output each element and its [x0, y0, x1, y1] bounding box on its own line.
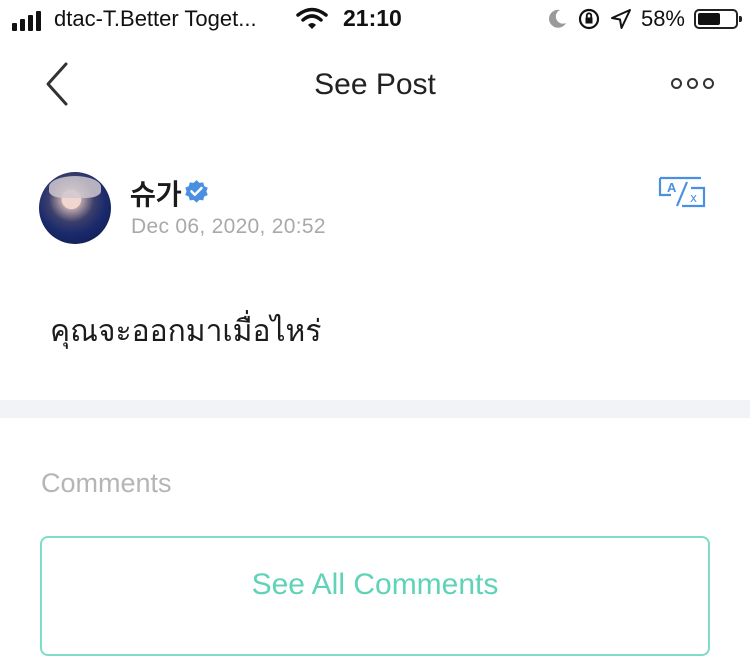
battery-icon [694, 9, 742, 29]
author-name[interactable]: 슈가 [130, 173, 182, 213]
location-icon [610, 9, 631, 29]
verified-badge-icon [185, 180, 208, 203]
svg-text:x: x [690, 191, 697, 205]
see-all-comments-button[interactable]: See All Comments [40, 536, 710, 656]
signal-icon [12, 9, 41, 31]
battery-percentage: 58% [640, 6, 685, 31]
post-timestamp: Dec 06, 2020, 20:52 [131, 215, 326, 238]
status-bar: dtac-T.Better Toget... 21:10 58% [0, 0, 750, 42]
wifi-icon [296, 7, 328, 29]
moon-icon [549, 9, 566, 28]
see-all-comments-label: See All Comments [251, 568, 499, 601]
section-divider [0, 400, 750, 418]
navigation-bar: See Post [0, 42, 750, 128]
svg-text:A: A [667, 180, 677, 195]
status-right-group: 58% [546, 6, 742, 32]
avatar[interactable] [39, 172, 111, 244]
more-icon[interactable] [671, 78, 714, 89]
translate-icon[interactable]: A x [657, 175, 707, 209]
orientation-lock-icon [578, 8, 600, 30]
page-title: See Post [314, 68, 436, 101]
comments-heading: Comments [41, 468, 172, 498]
post-body-text: คุณจะออกมาเมื่อไหร่ [50, 314, 322, 349]
carrier-name: dtac-T.Better Toget... [54, 6, 257, 31]
clock-time: 21:10 [343, 5, 402, 31]
